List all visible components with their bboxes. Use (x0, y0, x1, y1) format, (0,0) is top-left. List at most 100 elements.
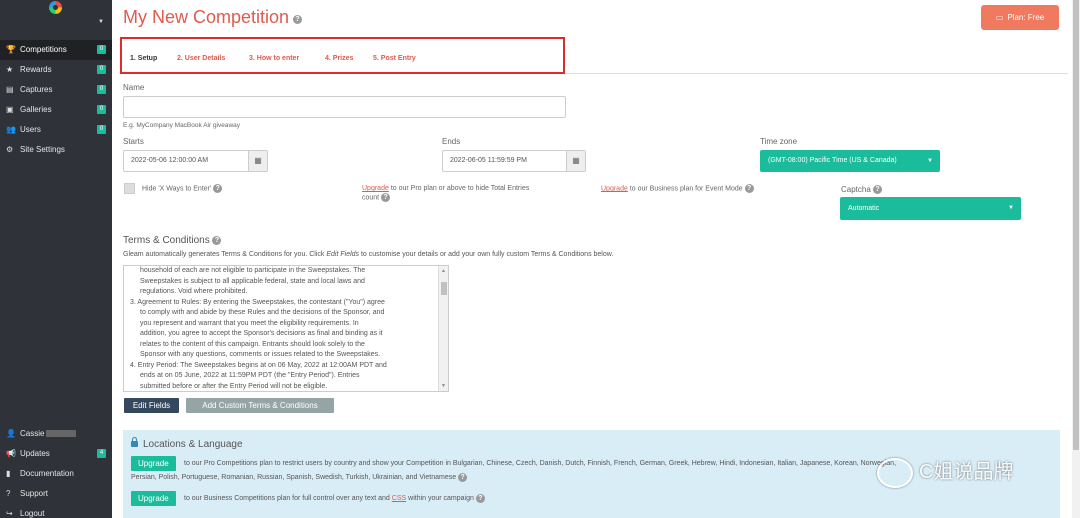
calendar-icon[interactable]: ▦ (248, 151, 267, 171)
page-scroll-thumb[interactable] (1073, 0, 1079, 450)
sidebar-item-updates[interactable]: 📢 Updates 4 (0, 444, 112, 464)
ends-date-value: 2022-06-05 11:59:59 PM (450, 157, 527, 164)
locations-pro-text-2: Persian, Polish, Portuguese, Romanian, R… (131, 472, 468, 484)
help-icon[interactable]: ? (873, 185, 883, 195)
help-icon[interactable]: ? (744, 184, 754, 193)
terms-scroll-thumb[interactable] (441, 282, 447, 295)
sidebar: ▼ 🏆 Competitions 0 ★ Rewards 0 ▤ Captures 0 ▣ Gall… (0, 0, 112, 518)
sidebar-item-support[interactable]: ? Support (0, 484, 112, 504)
book-icon: ▮ (6, 469, 11, 478)
count-badge: 0 (97, 65, 106, 74)
count-badge: 0 (97, 85, 106, 94)
watermark: C姐说品牌 (877, 455, 1013, 488)
scroll-up-icon[interactable]: ▲ (441, 268, 446, 274)
starts-date-input[interactable]: 2022-05-06 12:00:00 AM ▦ (123, 150, 268, 172)
name-input[interactable] (123, 96, 566, 118)
terms-description: Gleam automatically generates Terms & Co… (123, 251, 613, 258)
count-badge: 0 (97, 105, 106, 114)
watermark-text: C姐说品牌 (919, 461, 1014, 483)
name-hint: E.g. MyCompany MacBook Air giveaway (123, 122, 241, 129)
css-link[interactable]: CSS (392, 495, 406, 502)
locations-languages: Persian, Polish, Portuguese, Romanian, R… (131, 474, 457, 481)
locations-title-text: Locations & Language (143, 439, 243, 450)
user-icon: 👤 (6, 429, 16, 438)
locations-business-text: to our Business Competitions plan for fu… (184, 493, 485, 505)
terms-line: Sponsor with any questions, comments or … (140, 351, 381, 358)
captures-icon: ▤ (6, 85, 14, 94)
hide-total-label: to our Pro plan or above to hide Total E… (390, 185, 530, 192)
business-text-pre: to our Business Competitions plan for fu… (184, 495, 392, 502)
edit-fields-button[interactable]: Edit Fields (124, 398, 179, 413)
sidebar-item-captures[interactable]: ▤ Captures 0 (0, 80, 112, 100)
upgrade-link[interactable]: Upgrade (362, 185, 389, 192)
terms-line: submitted before or after the Entry Peri… (140, 382, 328, 390)
wechat-icon (877, 457, 913, 488)
terms-text: household of each are not eligible to pa… (124, 266, 437, 391)
help-icon: ? (6, 489, 11, 498)
sidebar-item-label: Rewards (20, 65, 52, 74)
captcha-select[interactable]: Automatic ▼ (840, 197, 1021, 220)
help-icon[interactable]: ? (475, 493, 485, 503)
count-badge: 0 (97, 125, 106, 134)
add-custom-terms-button[interactable]: Add Custom Terms & Conditions (186, 398, 334, 413)
logout-icon: ↪ (6, 509, 13, 518)
sidebar-item-site-settings[interactable]: ⚙ Site Settings (0, 140, 112, 160)
sidebar-item-cassie[interactable]: 👤 Cassie (0, 424, 112, 444)
account-switcher[interactable]: ▼ (8, 18, 104, 30)
terms-textarea[interactable]: household of each are not eligible to pa… (123, 265, 449, 392)
chevron-down-icon: ▼ (98, 19, 104, 25)
terms-title-text: Terms & Conditions (123, 235, 210, 246)
timezone-value: (GMT-08:00) Pacific Time (US & Canada) (768, 157, 897, 164)
caret-down-icon: ▼ (1008, 205, 1014, 211)
help-icon[interactable]: ? (458, 472, 468, 482)
help-icon[interactable]: ? (213, 184, 223, 193)
sidebar-item-label: Captures (20, 85, 53, 94)
sidebar-item-galleries[interactable]: ▣ Galleries 0 (0, 100, 112, 120)
username-redacted (46, 430, 77, 438)
help-icon[interactable]: ? (293, 15, 303, 24)
terms-line: regulations. Void where prohibited. (140, 288, 248, 295)
sidebar-item-label: Support (20, 489, 49, 498)
captcha-label: Captcha ? (841, 185, 883, 195)
upgrade-business-button[interactable]: Upgrade (131, 491, 176, 506)
page-scrollbar[interactable] (1072, 0, 1080, 518)
scroll-down-icon[interactable]: ▼ (441, 383, 446, 389)
sidebar-item-users[interactable]: 👥 Users 0 (0, 120, 112, 140)
terms-line: Sweepstakes is subject to all applicable… (140, 277, 365, 285)
sidebar-item-label: Cassie (20, 429, 45, 438)
sidebar-item-competitions[interactable]: 🏆 Competitions 0 (0, 40, 112, 60)
hide-total-count-label: count (362, 194, 380, 202)
hide-ways-checkbox[interactable] (124, 183, 135, 194)
help-icon[interactable]: ? (212, 235, 222, 245)
sidebar-item-label: Logout (20, 509, 45, 518)
upgrade-link[interactable]: Upgrade (601, 185, 628, 192)
sidebar-item-documentation[interactable]: ▮ Documentation (0, 464, 112, 484)
ends-date-input[interactable]: 2022-06-05 11:59:59 PM ▦ (442, 150, 586, 172)
calendar-icon[interactable]: ▦ (566, 151, 585, 171)
help-icon[interactable]: ? (381, 193, 391, 202)
terms-line: household of each are not eligible to pa… (140, 267, 366, 274)
terms-line: addition, you agree to accept the Sponso… (140, 330, 383, 337)
plan-button[interactable]: ▭ Plan: Free (981, 5, 1059, 30)
sidebar-item-label: Documentation (20, 469, 74, 478)
ends-label: Ends (442, 137, 461, 146)
timezone-select[interactable]: (GMT-08:00) Pacific Time (US & Canada) ▼ (760, 150, 940, 172)
sidebar-item-rewards[interactable]: ★ Rewards 0 (0, 60, 112, 80)
megaphone-icon: 📢 (6, 449, 16, 458)
sidebar-item-label: Site Settings (20, 145, 65, 154)
terms-line: ends at on 05 June, 2022 at 11:59PM PDT … (140, 372, 360, 379)
count-badge: 4 (97, 449, 106, 458)
name-label: Name (123, 83, 145, 92)
lock-icon (131, 437, 138, 447)
terms-desc-pre: Gleam automatically generates Terms & Co… (123, 251, 327, 258)
upgrade-pro-button[interactable]: Upgrade (131, 456, 176, 471)
terms-scrollbar[interactable]: ▲ ▼ (438, 266, 448, 391)
captcha-label-text: Captcha (841, 185, 871, 194)
terms-line: 4. Entry Period: The Sweepstakes begins … (130, 361, 387, 369)
trophy-icon: 🏆 (6, 45, 16, 54)
starts-date-value: 2022-05-06 12:00:00 AM (131, 157, 209, 164)
terms-desc-edit-fields: Edit Fields (326, 251, 360, 258)
business-text-post: within your campaign (406, 495, 474, 502)
logo-icon[interactable] (49, 1, 62, 14)
sidebar-item-logout[interactable]: ↪ Logout (0, 504, 112, 518)
